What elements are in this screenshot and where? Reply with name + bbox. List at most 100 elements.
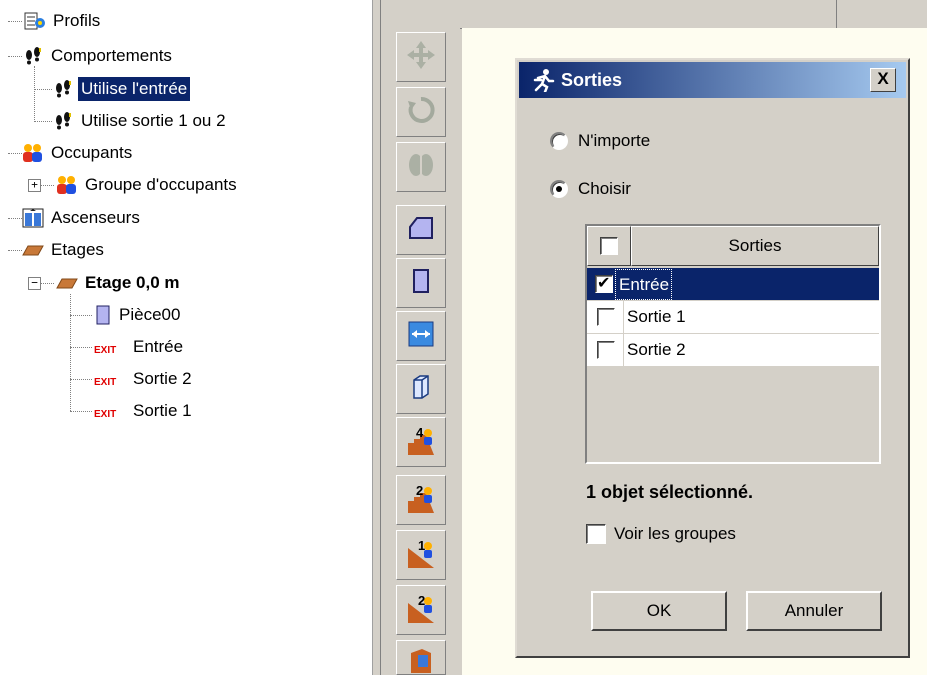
- tree-item-label: Sortie 2: [133, 369, 192, 388]
- tree-item-label: Sortie 1: [133, 401, 192, 420]
- exits-list[interactable]: Sorties Entrée Sortie 1 Sortie 2: [585, 224, 881, 464]
- list-row[interactable]: Sortie 1: [587, 301, 879, 334]
- tree-item-label: Pièce00: [119, 305, 181, 324]
- tree-line: [8, 21, 22, 22]
- footprints-icon: [52, 111, 74, 131]
- tree-item-etages[interactable]: Etages: [22, 238, 107, 262]
- tree-line: [40, 283, 54, 284]
- tree-line: [34, 66, 35, 122]
- footprints-icon: [22, 46, 44, 66]
- tree-line: [70, 411, 92, 412]
- draw-3d-object-button[interactable]: [396, 364, 446, 414]
- object-tree[interactable]: Profils Comportements Utilise l'entrée U…: [0, 0, 372, 675]
- tree-line: [8, 250, 22, 251]
- ok-button[interactable]: OK: [591, 591, 727, 631]
- tree-item-label: Entrée: [133, 337, 184, 356]
- draw-door-button[interactable]: [396, 311, 446, 361]
- tree-line: [34, 121, 52, 122]
- tree-line: [8, 218, 22, 219]
- radio-any-label: N'importe: [578, 131, 651, 150]
- draw-rectangle-room-button[interactable]: [396, 258, 446, 308]
- tree-item-etage-0[interactable]: Etage 0,0 m: [56, 271, 183, 295]
- exit-icon: EXIT: [94, 377, 117, 388]
- rotate-icon: [406, 95, 436, 130]
- ramp-icon: 2: [406, 593, 436, 625]
- row-checkbox[interactable]: [595, 273, 613, 293]
- top-strip: [460, 0, 927, 29]
- occupants-icon: [56, 175, 78, 195]
- tree-item-label: Ascenseurs: [51, 208, 140, 227]
- tree-item-label: Groupe d'occupants: [85, 175, 237, 194]
- row-checkbox[interactable]: [597, 341, 615, 359]
- close-button[interactable]: X: [870, 68, 896, 92]
- expand-toggle[interactable]: +: [28, 179, 41, 192]
- tree-line: [8, 56, 22, 57]
- elevator-icon: [22, 208, 44, 228]
- show-groups-box[interactable]: [586, 524, 606, 544]
- rotate-tool-button[interactable]: [396, 87, 446, 137]
- tree-item-label: Comportements: [51, 46, 172, 65]
- ramp-2-button[interactable]: 2: [396, 585, 446, 635]
- radio-circle: [550, 180, 568, 198]
- tree-line: [70, 294, 71, 411]
- ramp-1-button[interactable]: 1: [396, 530, 446, 580]
- tree-item-occupants[interactable]: Occupants: [22, 141, 135, 165]
- dialog-titlebar[interactable]: Sorties X: [519, 62, 906, 98]
- tree-line: [70, 347, 92, 348]
- move-arrows-icon: [406, 40, 436, 75]
- rectangle-room-icon: [408, 268, 434, 299]
- column-header-sorties[interactable]: Sorties: [631, 226, 879, 266]
- close-icon: X: [877, 69, 889, 88]
- list-empty-area: [587, 367, 879, 462]
- tree-item-utilise-entree[interactable]: Utilise l'entrée: [52, 77, 191, 101]
- stairs-up-4-button[interactable]: 4: [396, 417, 446, 467]
- tree-item-sortie-1[interactable]: EXIT Sortie 1: [94, 399, 195, 423]
- cancel-button[interactable]: Annuler: [746, 591, 882, 631]
- tree-item-sortie-2[interactable]: EXIT Sortie 2: [94, 367, 195, 391]
- tree-item-groupe-occupants[interactable]: Groupe d'occupants: [56, 173, 240, 197]
- radio-circle: [550, 132, 568, 150]
- floor-icon: [56, 273, 78, 293]
- tree-item-piece00[interactable]: Pièce00: [94, 303, 183, 327]
- stairs-icon: 4: [406, 425, 436, 457]
- list-row[interactable]: Sortie 2: [587, 334, 879, 367]
- select-all-checkbox[interactable]: [600, 237, 618, 255]
- floor-icon: [22, 240, 44, 260]
- tree-line: [70, 379, 92, 380]
- running-man-icon: [531, 68, 555, 97]
- exit-icon: EXIT: [94, 409, 117, 420]
- list-header: Sorties: [587, 226, 879, 268]
- mirror-tool-button[interactable]: [396, 142, 446, 192]
- draw-polygon-room-button[interactable]: [396, 205, 446, 255]
- collapse-toggle[interactable]: −: [28, 277, 41, 290]
- radio-any[interactable]: N'importe: [550, 131, 650, 151]
- list-row[interactable]: Entrée: [587, 268, 879, 301]
- tree-item-label: Profils: [53, 11, 101, 30]
- polygon-room-icon: [408, 215, 434, 246]
- show-groups-checkbox[interactable]: Voir les groupes: [586, 524, 736, 544]
- tree-item-label: Etages: [51, 240, 104, 259]
- select-all-cell[interactable]: [587, 226, 631, 266]
- tree-item-label: Utilise l'entrée: [78, 77, 191, 101]
- radio-choose[interactable]: Choisir: [550, 179, 631, 199]
- tree-line: [70, 315, 92, 316]
- elevator-tool-button[interactable]: [396, 640, 446, 675]
- tree-item-profils[interactable]: Profils: [24, 9, 103, 33]
- tree-item-label: Etage 0,0 m: [85, 273, 180, 292]
- tree-line: [8, 153, 22, 154]
- row-label: Sortie 2: [623, 334, 686, 366]
- elevator-tool-icon: [408, 647, 434, 678]
- tree-item-entree[interactable]: EXIT Entrée: [94, 335, 186, 359]
- row-label: Entrée: [615, 268, 673, 300]
- row-checkbox[interactable]: [597, 308, 615, 326]
- occupants-icon: [22, 143, 44, 163]
- tree-item-comportements[interactable]: Comportements: [22, 44, 175, 68]
- tree-line: [40, 185, 54, 186]
- move-tool-button[interactable]: [396, 32, 446, 82]
- show-groups-label: Voir les groupes: [614, 524, 736, 543]
- row-label: Sortie 1: [623, 301, 686, 333]
- tree-item-ascenseurs[interactable]: Ascenseurs: [22, 206, 143, 230]
- tree-item-utilise-sortie[interactable]: Utilise sortie 1 ou 2: [52, 109, 229, 133]
- tree-item-label: Occupants: [51, 143, 133, 162]
- stairs-up-2-button[interactable]: 2: [396, 475, 446, 525]
